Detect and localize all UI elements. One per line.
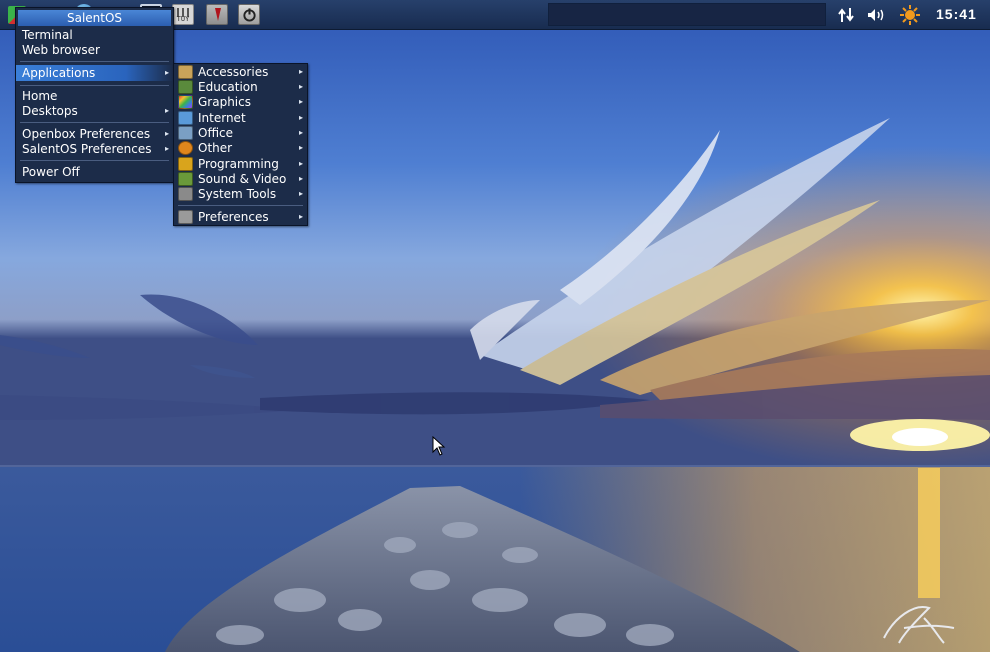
- submenu-arrow-icon: ▸: [298, 174, 303, 183]
- submenu-arrow-icon: ▸: [298, 67, 303, 76]
- submenu-item-programming[interactable]: Programming ▸: [174, 156, 307, 172]
- submenu-arrow-icon: ▸: [298, 189, 303, 198]
- menu-separator: [20, 61, 169, 62]
- submenu-arrow-icon: ▸: [164, 129, 169, 138]
- submenu-item-label: Other: [198, 141, 233, 155]
- menu-item-applications[interactable]: Applications ▸: [16, 65, 173, 81]
- accessories-icon: [178, 65, 193, 79]
- programming-icon: [178, 157, 193, 171]
- menu-item-terminal[interactable]: Terminal: [16, 27, 173, 43]
- tie-icon[interactable]: [206, 4, 228, 25]
- submenu-arrow-icon: ▸: [298, 97, 303, 106]
- menu-item-label: SalentOS Preferences: [22, 142, 152, 156]
- menu-item-label: Power Off: [22, 165, 80, 179]
- submenu-arrow-icon: ▸: [298, 212, 303, 221]
- submenu-item-graphics[interactable]: Graphics ▸: [174, 94, 307, 110]
- menu-item-label: Terminal: [22, 28, 73, 42]
- submenu-item-preferences[interactable]: Preferences ▸: [174, 209, 307, 225]
- photographer-signature-icon: [883, 606, 955, 644]
- menu-item-home[interactable]: Home: [16, 88, 173, 104]
- menu-separator: [20, 85, 169, 86]
- system-tools-icon: [178, 187, 193, 201]
- taskbar-area[interactable]: [548, 3, 826, 26]
- submenu-arrow-icon: ▸: [298, 82, 303, 91]
- preferences-icon: [178, 210, 193, 224]
- mouse-cursor-icon: [432, 436, 446, 456]
- applications-submenu: Accessories ▸ Education ▸ Graphics ▸ Int…: [173, 63, 308, 226]
- submenu-item-education[interactable]: Education ▸: [174, 79, 307, 95]
- submenu-arrow-icon: ▸: [164, 68, 169, 77]
- menu-separator: [178, 205, 303, 206]
- menu-separator: [20, 160, 169, 161]
- submenu-item-label: System Tools: [198, 187, 277, 201]
- submenu-item-label: Accessories: [198, 65, 269, 79]
- power-icon[interactable]: [238, 4, 260, 25]
- graphics-icon: [178, 95, 193, 109]
- menu-title: SalentOS: [18, 10, 171, 26]
- submenu-arrow-icon: ▸: [298, 159, 303, 168]
- submenu-item-office[interactable]: Office ▸: [174, 125, 307, 141]
- submenu-item-accessories[interactable]: Accessories ▸: [174, 64, 307, 80]
- root-menu: SalentOS Terminal Web browser Applicatio…: [15, 7, 174, 183]
- submenu-item-label: Programming: [198, 157, 279, 171]
- submenu-arrow-icon: ▸: [164, 144, 169, 153]
- menu-item-web-browser[interactable]: Web browser: [16, 42, 173, 58]
- submenu-arrow-icon: ▸: [298, 113, 303, 122]
- submenu-arrow-icon: ▸: [298, 143, 303, 152]
- submenu-item-label: Office: [198, 126, 234, 140]
- submenu-item-label: Graphics: [198, 95, 251, 109]
- submenu-item-label: Sound & Video: [198, 172, 287, 186]
- tuy-icon-label: TUY: [176, 15, 190, 23]
- menu-item-power-off[interactable]: Power Off: [16, 164, 173, 180]
- submenu-item-internet[interactable]: Internet ▸: [174, 110, 307, 126]
- submenu-item-label: Preferences: [198, 210, 269, 224]
- menu-item-salentos-preferences[interactable]: SalentOS Preferences ▸: [16, 141, 173, 157]
- internet-icon: [178, 111, 193, 125]
- tuy-icon[interactable]: TUY: [172, 4, 194, 25]
- menu-item-label: Desktops: [22, 104, 78, 118]
- submenu-arrow-icon: ▸: [164, 106, 169, 115]
- submenu-item-sound-video[interactable]: Sound & Video ▸: [174, 171, 307, 187]
- menu-item-label: Applications: [22, 66, 96, 80]
- office-icon: [178, 126, 193, 140]
- submenu-item-system-tools[interactable]: System Tools ▸: [174, 186, 307, 202]
- sun-update-icon[interactable]: [900, 5, 920, 25]
- menu-item-label: Web browser: [22, 43, 100, 57]
- menu-item-label: Openbox Preferences: [22, 127, 151, 141]
- menu-item-openbox-preferences[interactable]: Openbox Preferences ▸: [16, 126, 173, 142]
- menu-item-desktops[interactable]: Desktops ▸: [16, 103, 173, 119]
- network-arrows-icon[interactable]: [838, 7, 856, 23]
- submenu-item-other[interactable]: Other ▸: [174, 140, 307, 156]
- menu-item-label: Home: [22, 89, 58, 103]
- education-icon: [178, 80, 193, 94]
- clock[interactable]: 15:41: [936, 6, 977, 22]
- submenu-arrow-icon: ▸: [298, 128, 303, 137]
- sound-video-icon: [178, 172, 193, 186]
- volume-icon[interactable]: [866, 7, 886, 23]
- other-icon: [178, 141, 193, 155]
- submenu-item-label: Internet: [198, 111, 246, 125]
- submenu-item-label: Education: [198, 80, 258, 94]
- menu-separator: [20, 122, 169, 123]
